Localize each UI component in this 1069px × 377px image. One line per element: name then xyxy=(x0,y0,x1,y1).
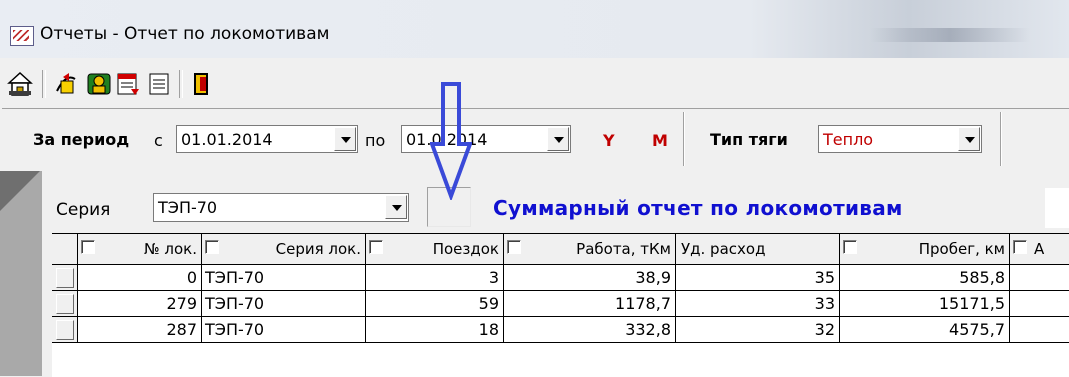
report-icon[interactable] xyxy=(115,71,141,97)
cell-mileage[interactable]: 15171,5 xyxy=(840,291,1010,317)
window-title: Отчеты - Отчет по локомотивам xyxy=(40,24,330,44)
traction-label: Тип тяги xyxy=(710,130,788,149)
cell-series[interactable]: ТЭП-70 xyxy=(202,317,366,343)
row-selector[interactable] xyxy=(52,317,78,343)
export-icon[interactable] xyxy=(53,71,79,97)
column-checkbox[interactable] xyxy=(1013,240,1027,254)
traction-value: Тепло xyxy=(823,130,874,149)
corner-triangle xyxy=(0,171,40,211)
locomotive-table: № лок. Серия лок. Поездок Работа, тКм Уд… xyxy=(52,233,1069,377)
year-button[interactable]: Y xyxy=(603,131,615,150)
column-header[interactable]: Работа, тКм xyxy=(504,234,676,265)
column-header-label: Поездок xyxy=(432,240,499,258)
toolbar-separator xyxy=(42,70,46,98)
chevron-down-icon[interactable] xyxy=(958,127,980,151)
cell-trips[interactable]: 3 xyxy=(366,265,504,291)
column-header[interactable]: Пробег, км xyxy=(840,234,1010,265)
cell-trips[interactable]: 59 xyxy=(366,291,504,317)
cell-work[interactable]: 1178,7 xyxy=(504,291,676,317)
exit-door-icon[interactable] xyxy=(188,71,214,97)
column-checkbox[interactable] xyxy=(507,240,521,254)
column-header[interactable]: А xyxy=(1010,234,1069,265)
panel-divider xyxy=(1000,112,1002,166)
cell-work[interactable]: 38,9 xyxy=(504,265,676,291)
toolbar-separator xyxy=(179,70,183,98)
from-label: с xyxy=(154,131,163,150)
column-header-label: Уд. расход xyxy=(681,240,766,258)
cell-series[interactable]: ТЭП-70 xyxy=(202,265,366,291)
series-label: Серия xyxy=(56,200,111,220)
row-selector[interactable] xyxy=(52,291,78,317)
to-label: по xyxy=(365,131,386,150)
column-header[interactable]: Поездок xyxy=(366,234,504,265)
cell-loco-number[interactable]: 0 xyxy=(78,265,202,291)
header-corner xyxy=(52,234,78,265)
title-bar: Отчеты - Отчет по локомотивам xyxy=(0,0,1069,58)
column-header-label: Работа, тКм xyxy=(576,240,671,258)
side-field xyxy=(1045,188,1069,228)
date-to-combo[interactable]: 01.0 2014 xyxy=(401,125,571,153)
cell-trips[interactable]: 18 xyxy=(366,317,504,343)
column-header[interactable]: Уд. расход xyxy=(676,234,840,265)
cell-extra[interactable] xyxy=(1010,291,1069,317)
person-icon[interactable] xyxy=(86,71,112,97)
column-header-label: № лок. xyxy=(144,240,197,258)
down-arrow-annotation xyxy=(430,82,472,200)
column-header-label: А xyxy=(1034,240,1045,258)
cell-extra[interactable] xyxy=(1010,265,1069,291)
cell-mileage[interactable]: 585,8 xyxy=(840,265,1010,291)
document-icon[interactable] xyxy=(146,71,172,97)
panel-divider xyxy=(683,112,685,166)
series-combo[interactable]: ТЭП-70 xyxy=(153,193,409,222)
table-row[interactable]: 279 ТЭП-70 59 1178,7 33 15171,5 xyxy=(52,291,1069,317)
month-button[interactable]: M xyxy=(652,131,668,150)
series-value: ТЭП-70 xyxy=(158,198,218,217)
column-header-label: Серия лок. xyxy=(275,240,361,258)
column-checkbox[interactable] xyxy=(205,240,219,254)
home-icon[interactable] xyxy=(7,71,33,97)
cell-consumption[interactable]: 33 xyxy=(676,291,840,317)
column-checkbox[interactable] xyxy=(81,240,95,254)
report-heading: Суммарный отчет по локомотивам xyxy=(493,196,903,220)
traction-combo[interactable]: Тепло xyxy=(818,125,982,153)
column-header[interactable]: Серия лок. xyxy=(202,234,366,265)
chevron-down-icon[interactable] xyxy=(547,127,569,151)
cell-consumption[interactable]: 32 xyxy=(676,317,840,343)
column-header[interactable]: № лок. xyxy=(78,234,202,265)
cell-extra[interactable] xyxy=(1010,317,1069,343)
period-label: За период xyxy=(33,130,130,149)
app-chart-icon xyxy=(10,26,34,46)
title-bar-shade xyxy=(870,28,1069,42)
row-selector[interactable] xyxy=(52,265,78,291)
column-checkbox[interactable] xyxy=(369,240,383,254)
chevron-down-icon[interactable] xyxy=(334,127,356,151)
table-row[interactable]: 287 ТЭП-70 18 332,8 32 4575,7 xyxy=(52,317,1069,343)
column-header-label: Пробег, км xyxy=(918,240,1005,258)
cell-consumption[interactable]: 35 xyxy=(676,265,840,291)
column-checkbox[interactable] xyxy=(843,240,857,254)
cell-series[interactable]: ТЭП-70 xyxy=(202,291,366,317)
toolbar xyxy=(0,58,1069,108)
cell-loco-number[interactable]: 279 xyxy=(78,291,202,317)
cell-work[interactable]: 332,8 xyxy=(504,317,676,343)
chevron-down-icon[interactable] xyxy=(385,195,407,219)
left-gutter xyxy=(0,171,42,376)
cell-loco-number[interactable]: 287 xyxy=(78,317,202,343)
table-row[interactable]: 0 ТЭП-70 3 38,9 35 585,8 xyxy=(52,265,1069,291)
date-from-value: 01.01.2014 xyxy=(181,130,273,149)
date-from-combo[interactable]: 01.01.2014 xyxy=(176,125,358,153)
cell-mileage[interactable]: 4575,7 xyxy=(840,317,1010,343)
